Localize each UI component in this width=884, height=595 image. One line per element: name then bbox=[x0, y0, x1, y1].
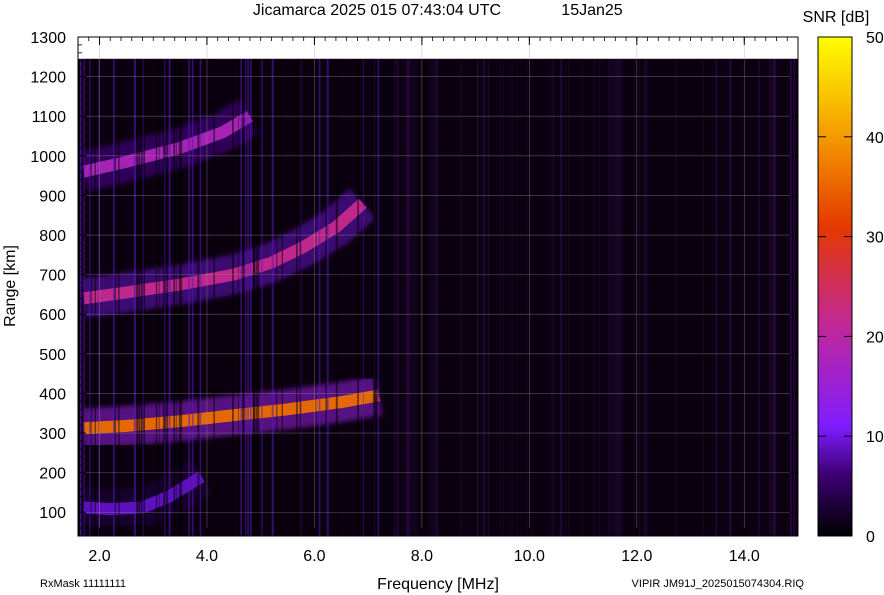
colorbar-tick-label: 50 bbox=[866, 30, 884, 47]
colorbar-tick-label: 0 bbox=[866, 529, 875, 546]
y-tick-label: 600 bbox=[39, 307, 66, 324]
x-tick-label: 6.0 bbox=[303, 548, 325, 565]
x-tick-label: 14.0 bbox=[729, 548, 760, 565]
x-tick-label: 2.0 bbox=[88, 548, 110, 565]
x-tick-label: 4.0 bbox=[196, 548, 218, 565]
chart-title: Jicamarca 2025 015 07:43:04 UTC bbox=[253, 2, 501, 19]
x-tick-label: 12.0 bbox=[621, 548, 652, 565]
y-tick-label: 1000 bbox=[30, 149, 66, 166]
colorbar-tick-label: 10 bbox=[866, 429, 884, 446]
colorbar-title: SNR [dB] bbox=[803, 9, 870, 26]
y-tick-label: 900 bbox=[39, 188, 66, 205]
ionogram-chart: Jicamarca 2025 015 07:43:04 UTC 15Jan25 … bbox=[2, 2, 884, 593]
y-tick-label: 700 bbox=[39, 268, 66, 285]
x-tick-label: 8.0 bbox=[411, 548, 433, 565]
y-tick-label: 500 bbox=[39, 347, 66, 364]
plot-area: 2.0 4.0 6.0 8.0 10.0 12.0 14.0 100 200 300 400 500… bbox=[30, 30, 799, 565]
footer-rxmask: RxMask 11111111 bbox=[40, 578, 126, 590]
y-tick-label: 1300 bbox=[30, 30, 66, 47]
y-tick-label: 300 bbox=[39, 426, 66, 443]
colorbar-gradient bbox=[817, 36, 853, 537]
x-axis-label: Frequency [MHz] bbox=[377, 576, 499, 593]
y-tick-label: 200 bbox=[39, 466, 66, 483]
footer-file: VIPIR JM91J_2025015074304.RIQ bbox=[632, 578, 805, 590]
colorbar-tick-label: 30 bbox=[866, 230, 884, 247]
y-tick-label: 800 bbox=[39, 228, 66, 245]
y-tick-label: 1100 bbox=[32, 109, 67, 126]
y-tick-label: 100 bbox=[39, 505, 66, 522]
colorbar: SNR [dB] 0 10 20 30 40 50 bbox=[803, 9, 884, 546]
colorbar-tick-label: 20 bbox=[866, 329, 884, 346]
chart-date: 15Jan25 bbox=[561, 2, 622, 19]
y-tick-label: 400 bbox=[39, 386, 66, 403]
x-tick-label: 10.0 bbox=[514, 548, 545, 565]
y-tick-label: 1200 bbox=[30, 70, 66, 87]
y-axis-label: Range [km] bbox=[2, 245, 19, 327]
colorbar-tick-label: 40 bbox=[866, 130, 884, 147]
